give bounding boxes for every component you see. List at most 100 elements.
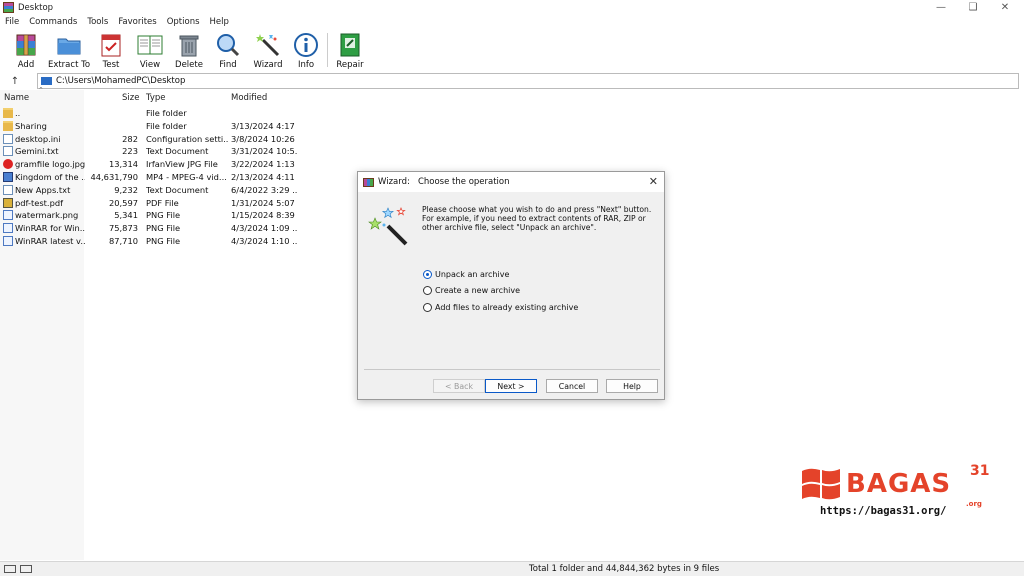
close-window-button[interactable]: ✕ [990,0,1020,15]
column-header-type[interactable]: Type [146,90,166,106]
table-row[interactable]: Kingdom of the ... 44,631,790 MP4 - MPEG-4… [0,171,298,184]
menu-options[interactable]: Options [162,17,205,27]
maximize-button[interactable]: ❑ [958,0,988,15]
wizard-button[interactable]: Wizard [254,30,283,70]
column-header-size[interactable]: Size [122,90,139,106]
cell-type: Configuration setti... [146,133,228,144]
test-button[interactable]: Test [98,30,124,70]
menu-commands[interactable]: Commands [24,17,82,27]
radio-create[interactable] [423,285,432,295]
toolbar-separator [327,33,328,67]
add-button[interactable]: Add [12,30,40,70]
view-book-icon [137,35,163,55]
radio-unpack[interactable] [423,269,432,279]
table-row[interactable]: .. File folder [0,107,298,120]
dialog-title-bar: Wizard: Choose the operation ✕ [358,172,664,192]
next-button[interactable]: Next > [485,379,537,393]
back-button[interactable]: < Back [433,379,485,393]
cell-size: 282 [122,133,138,144]
menu-bar: File Commands Tools Favorites Options He… [0,15,1024,29]
cell-type: IrfanView JPG File [146,159,218,170]
cell-modified: 4/3/2024 1:10 ... [231,236,297,246]
cell-name: Sharing [15,120,47,131]
table-row[interactable]: Gemini.txt 223 Text Document 3/31/2024 10:5… [0,145,298,158]
menu-file[interactable]: File [0,17,24,27]
cell-modified: 3/8/2024 10:26 ... [231,133,297,144]
add-archive-icon [16,34,36,56]
table-row[interactable]: Sharing File folder 3/13/2024 4:17 ... [0,120,298,133]
drive-icon [41,77,52,85]
table-row[interactable]: WinRAR for Win... 75,873 PNG File 4/3/2024 … [0,222,298,235]
cell-modified: 3/13/2024 4:17 ... [231,120,297,131]
view-button[interactable]: View [136,30,164,70]
option-create-archive[interactable]: Create a new archive [423,284,520,296]
menu-tools[interactable]: Tools [82,17,113,27]
minimize-button[interactable]: — [926,0,956,15]
cell-name: Gemini.txt [15,146,59,157]
windows-flag-icon [802,468,840,500]
repair-button[interactable]: Repair [336,30,364,70]
file-icon [3,133,13,144]
table-row[interactable]: pdf-test.pdf 20,597 PDF File 1/31/2024 5:07… [0,197,298,210]
cell-modified: 2/13/2024 4:11 ... [231,172,297,182]
folder-icon [3,120,13,131]
cell-type: File folder [146,108,187,118]
delete-button[interactable]: Delete [175,30,203,70]
wand-icon [256,33,280,57]
minimize-icon: — [936,2,946,13]
cell-size: 87,710 [108,236,138,246]
watermark-url: https://bagas31.org/ [820,505,947,517]
file-icon [3,223,13,234]
cell-modified: 3/31/2024 10:5... [231,146,297,157]
cell-modified: 1/15/2024 8:39 ... [231,210,297,221]
wizard-dialog: Wizard: Choose the operation ✕ Please ch… [357,171,665,400]
column-header-modified[interactable]: Modified [231,90,267,106]
close-icon: ✕ [648,175,658,188]
menu-help[interactable]: Help [205,17,234,27]
table-row[interactable]: New Apps.txt 9,232 Text Document 6/4/2022 3… [0,184,298,197]
file-icon [3,172,13,182]
up-folder-button[interactable]: ↑ [5,73,25,89]
winrar-logo-icon [363,177,374,187]
option-add-to-existing[interactable]: Add files to already existing archive [423,301,578,313]
table-row[interactable]: watermark.png 5,341 PNG File 1/15/2024 8:39… [0,209,298,222]
winrar-logo-icon [3,2,14,13]
window-title: Desktop [18,2,54,13]
help-button[interactable]: Help [606,379,658,393]
cell-name: Kingdom of the ... [15,172,85,182]
table-row[interactable]: gramfile logo.jpg 13,314 IrfanView JPG Fil… [0,158,298,171]
file-icon [3,210,13,221]
watermark: BAGAS 31 .org https://bagas31.org/ [800,463,1000,523]
dialog-divider [364,369,660,370]
extract-to-button[interactable]: Extract To [48,30,90,70]
file-icon [3,146,13,157]
option-unpack-archive[interactable]: Unpack an archive [423,268,509,280]
cell-name: desktop.ini [15,133,61,144]
cell-name: New Apps.txt [15,184,71,195]
path-field[interactable]: C:\Users\MohamedPC\Desktop [37,73,1019,89]
cell-modified: 4/3/2024 1:09 ... [231,223,297,234]
menu-favorites[interactable]: Favorites [113,17,161,27]
cancel-button[interactable]: Cancel [546,379,598,393]
status-bar: Total 1 folder and 44,844,362 bytes in 9… [0,561,1024,576]
cell-type: Text Document [146,146,209,157]
keyboard-icon [20,565,32,573]
info-button[interactable]: Info [293,30,319,70]
cell-name: WinRAR latest v... [15,236,85,246]
watermark-org: .org [966,500,982,508]
cell-type: PNG File [146,223,181,234]
radio-add-existing[interactable] [423,302,432,312]
cell-size [86,120,138,133]
table-row[interactable]: WinRAR latest v... 87,710 PNG File 4/3/2024… [0,235,298,248]
cell-modified [231,107,297,120]
cell-size: 13,314 [108,159,138,170]
file-icon [3,159,13,170]
cell-size: 44,631,790 [90,172,138,182]
toolbar: Add Extract To Test View Delete Find Wiz… [0,30,1024,70]
cell-size: 20,597 [108,197,138,208]
dialog-close-button[interactable]: ✕ [649,175,658,188]
cell-size: 5,341 [114,210,138,221]
find-button[interactable]: Find [215,30,241,70]
column-header-name[interactable]: Name [4,90,29,106]
table-row[interactable]: desktop.ini 282 Configuration setti... 3/8/… [0,133,298,146]
